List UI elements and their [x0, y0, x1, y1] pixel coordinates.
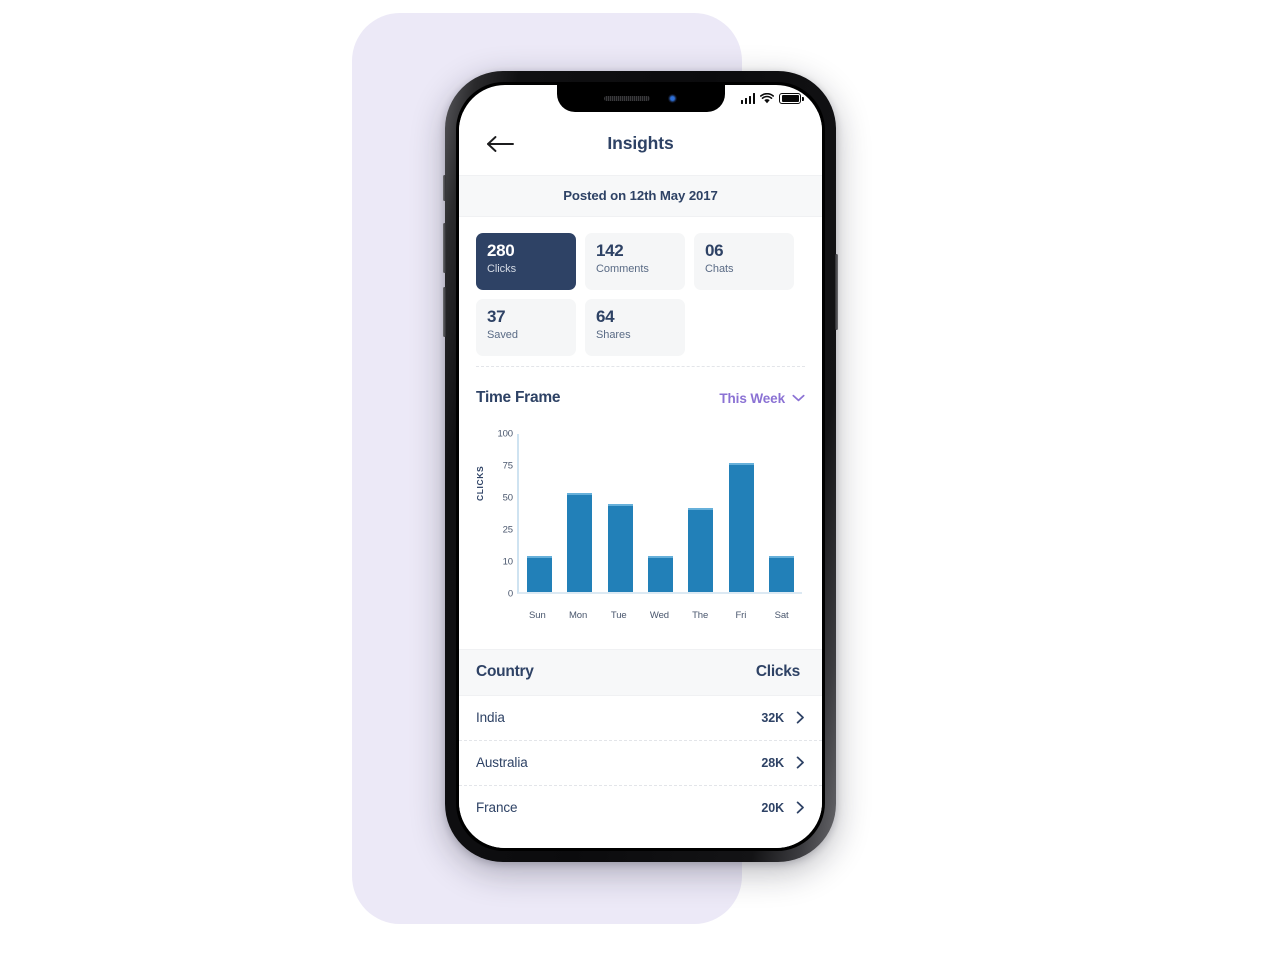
stat-card-saved[interactable]: 37 Saved	[476, 299, 576, 356]
chart-bar[interactable]	[526, 555, 552, 592]
country-name: India	[476, 710, 505, 725]
clicks-bar-chart: CLICKS 100 75 50 25 10 0 Sun Mon Tue Wed The Fri Sa…	[475, 429, 805, 629]
country-table-row[interactable]: France 20K	[459, 785, 822, 830]
stat-label: Clicks	[487, 262, 517, 275]
chart-y-tick: 10	[502, 556, 513, 568]
chart-y-tick: 100	[497, 428, 513, 440]
chart-bar[interactable]	[728, 462, 754, 592]
stat-value: 06	[705, 241, 724, 260]
stat-card-placeholder	[694, 299, 794, 356]
country-clicks-value: 32K	[761, 710, 784, 725]
volume-up-button[interactable]	[443, 223, 446, 273]
stat-value: 142	[596, 241, 624, 260]
country-row-right: 32K	[761, 711, 805, 725]
time-frame-row: Time Frame This Week	[459, 367, 822, 407]
chevron-down-icon	[792, 389, 805, 407]
chart-y-axis-label: CLICKS	[475, 465, 485, 501]
stat-card-comments[interactable]: 142 Comments	[585, 233, 685, 290]
stat-card-chats[interactable]: 06 Chats	[694, 233, 794, 290]
scroll-content[interactable]: Posted on 12th May 2017 280 Clicks 142 C…	[459, 175, 822, 848]
posted-date-banner: Posted on 12th May 2017	[459, 175, 822, 217]
country-row-right: 20K	[761, 801, 805, 815]
chart-x-tick-label: Sun	[529, 610, 546, 621]
time-frame-title: Time Frame	[476, 389, 561, 406]
chart-y-axis-ticks: 100 75 50 25 10 0	[488, 429, 513, 629]
chart-y-tick: 25	[502, 524, 513, 536]
chart-x-tick-label: Mon	[568, 610, 588, 621]
back-button[interactable]	[486, 132, 516, 156]
chart-bar-slot	[559, 434, 599, 592]
column-header-country: Country	[476, 663, 534, 680]
time-frame-dropdown[interactable]: This Week	[719, 389, 805, 407]
battery-icon	[779, 93, 804, 104]
stat-card-clicks[interactable]: 280 Clicks	[476, 233, 576, 290]
country-name: France	[476, 800, 518, 815]
chart-x-tick-label: Sat	[774, 610, 789, 621]
stats-grid: 280 Clicks 142 Comments 06 Chats 37 Save…	[459, 217, 822, 356]
stat-label: Chats	[705, 262, 734, 275]
chart-bar[interactable]	[647, 555, 673, 592]
stat-label: Saved	[487, 328, 518, 341]
country-clicks-value: 28K	[761, 755, 784, 770]
stat-value: 280	[487, 241, 515, 260]
power-button[interactable]	[835, 254, 838, 330]
chart-bar-slot	[721, 434, 761, 592]
chart-x-axis-labels: Sun Mon Tue Wed The Fri Sat	[517, 610, 802, 621]
chart-bar[interactable]	[769, 555, 795, 592]
chart-bars	[519, 434, 802, 592]
column-header-clicks: Clicks	[755, 663, 800, 680]
stat-value: 64	[596, 307, 615, 326]
stat-card-shares[interactable]: 64 Shares	[585, 299, 685, 356]
time-frame-selected-value: This Week	[719, 390, 785, 406]
wifi-icon	[760, 93, 775, 104]
stats-row-1: 280 Clicks 142 Comments 06 Chats	[476, 233, 805, 290]
country-row-right: 28K	[761, 756, 805, 770]
stat-label: Shares	[596, 328, 631, 341]
chevron-right-icon[interactable]	[796, 801, 805, 814]
country-clicks-table: Country Clicks India 32K Australia 28K Franc…	[459, 649, 822, 830]
chart-bar[interactable]	[567, 493, 593, 592]
chart-y-tick: 0	[507, 588, 513, 600]
signal-bars-icon	[740, 93, 756, 104]
country-name: Australia	[476, 755, 528, 770]
stat-value: 37	[487, 307, 506, 326]
chart-bar-slot	[681, 434, 721, 592]
chevron-right-icon[interactable]	[796, 756, 805, 769]
country-table-row[interactable]: Australia 28K	[459, 740, 822, 785]
speaker-grille-icon	[604, 96, 650, 101]
chart-x-tick-label: Fri	[735, 610, 747, 621]
chart-bar-slot	[519, 434, 559, 592]
device-notch	[556, 85, 725, 112]
chart-plot-area	[517, 434, 802, 594]
chart-x-tick-label: Wed	[649, 610, 669, 621]
country-table-rows: India 32K Australia 28K France 20K	[459, 696, 822, 830]
stat-label: Comments	[596, 262, 649, 275]
phone-bezel: Insights Posted on 12th May 2017 280 Cli…	[456, 82, 825, 851]
chart-y-tick: 75	[502, 460, 513, 472]
silent-switch-button[interactable]	[443, 175, 446, 201]
navigation-bar: Insights	[459, 112, 822, 175]
chevron-right-icon[interactable]	[796, 711, 805, 724]
chart-bar[interactable]	[688, 507, 714, 592]
country-table-row[interactable]: India 32K	[459, 696, 822, 740]
chart-x-tick-label: The	[692, 610, 709, 621]
phone-device-frame: Insights Posted on 12th May 2017 280 Cli…	[443, 71, 838, 862]
front-camera-icon	[668, 94, 677, 103]
phone-screen: Insights Posted on 12th May 2017 280 Cli…	[459, 85, 822, 848]
chart-bar[interactable]	[607, 503, 633, 592]
chart-bar-slot	[600, 434, 640, 592]
volume-down-button[interactable]	[443, 287, 446, 337]
chart-y-tick: 50	[502, 492, 513, 504]
chart-bar-slot	[762, 434, 802, 592]
country-clicks-value: 20K	[761, 800, 784, 815]
chart-x-tick-label: Tue	[610, 610, 627, 621]
stats-row-2: 37 Saved 64 Shares	[476, 299, 805, 356]
chart-bar-slot	[640, 434, 680, 592]
country-table-header: Country Clicks	[459, 649, 822, 696]
